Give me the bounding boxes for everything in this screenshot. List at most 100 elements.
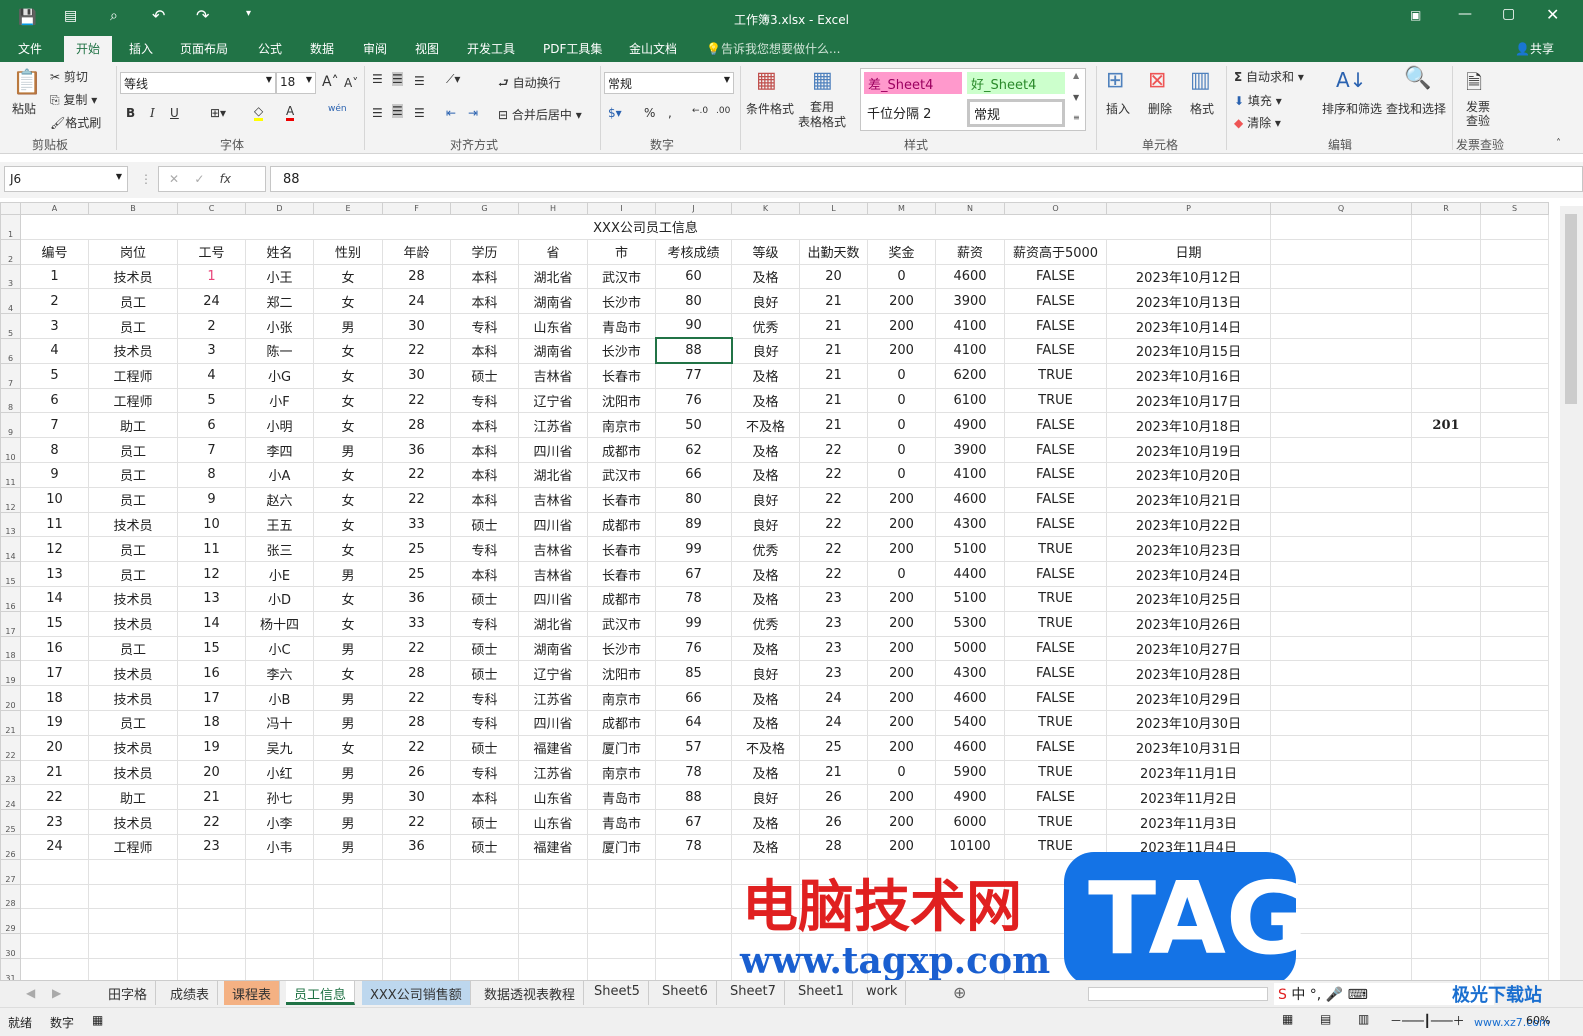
table-cell[interactable]: 6 <box>177 412 246 439</box>
table-cell[interactable]: 14 <box>20 585 89 612</box>
table-cell[interactable]: 良好 <box>731 486 800 513</box>
close-button[interactable]: ✕ <box>1546 5 1559 24</box>
table-cell[interactable]: 24 <box>382 288 451 315</box>
align-center-icon[interactable]: ☰ <box>392 104 403 118</box>
table-cell[interactable]: 及格 <box>731 461 800 488</box>
minimize-button[interactable]: — <box>1458 6 1472 22</box>
table-cell[interactable]: 25 <box>799 734 868 761</box>
table-cell[interactable]: 200 <box>867 734 936 761</box>
table-cell[interactable]: 20 <box>20 734 89 761</box>
table-cell[interactable]: 小G <box>245 362 314 389</box>
table-cell[interactable]: TRUE <box>1004 387 1107 414</box>
find-select-button[interactable]: 查找和选择 <box>1386 100 1446 117</box>
tab-developer[interactable]: 开发工具 <box>467 40 515 57</box>
table-cell[interactable]: TRUE <box>1004 809 1107 835</box>
table-cell[interactable]: 12 <box>20 536 89 563</box>
cell[interactable] <box>1411 214 1481 240</box>
cell[interactable] <box>245 933 314 959</box>
sheet-tab[interactable]: 成绩表 <box>162 981 219 1005</box>
table-cell[interactable]: 4900 <box>935 784 1005 811</box>
cell[interactable] <box>1480 833 1549 860</box>
maximize-button[interactable]: ▢ <box>1502 6 1515 22</box>
table-cell[interactable]: 30 <box>382 313 451 339</box>
cell[interactable] <box>1480 908 1549 935</box>
cell[interactable] <box>1270 784 1412 811</box>
print-preview-icon[interactable]: ⌕ <box>110 8 118 24</box>
table-cell[interactable]: 28 <box>382 709 451 736</box>
row-header-9[interactable]: 9 <box>0 412 21 439</box>
table-cell[interactable]: 技术员 <box>88 263 178 290</box>
table-cell[interactable]: 小D <box>245 585 314 612</box>
table-cell[interactable]: 郑二 <box>245 288 314 315</box>
table-cell[interactable]: 2 <box>20 288 89 315</box>
cell[interactable] <box>1270 288 1412 315</box>
style-good-sheet4[interactable]: 好_Sheet4 <box>967 72 1065 94</box>
table-cell[interactable]: 员工 <box>88 288 178 315</box>
table-cell[interactable]: 33 <box>382 511 451 538</box>
cell[interactable] <box>1270 263 1412 290</box>
table-cell[interactable]: 2023年10月19日 <box>1106 437 1271 463</box>
table-cell[interactable]: 67 <box>655 561 732 587</box>
cell[interactable] <box>1411 833 1481 860</box>
table-cell[interactable]: 2023年10月22日 <box>1106 511 1271 538</box>
new-sheet-icon[interactable]: ⊕ <box>953 983 966 1002</box>
table-cell[interactable]: 小红 <box>245 759 314 786</box>
cell[interactable] <box>1270 660 1412 687</box>
cell[interactable] <box>518 883 588 910</box>
table-cell[interactable]: 23 <box>799 660 868 687</box>
table-cell[interactable]: 25 <box>382 536 451 563</box>
column-heading[interactable]: 学历 <box>450 238 519 265</box>
tab-pdf-tools[interactable]: PDF工具集 <box>543 40 602 57</box>
row-header-19[interactable]: 19 <box>0 660 21 687</box>
cell[interactable] <box>450 933 519 959</box>
number-format-select[interactable]: 常规 ▼ <box>604 72 734 94</box>
increase-decimal-icon[interactable]: ←.0 <box>692 106 708 116</box>
table-cell[interactable]: 员工 <box>88 437 178 463</box>
table-cell[interactable]: 9 <box>177 486 246 513</box>
table-cell[interactable]: 13 <box>20 561 89 587</box>
table-cell[interactable]: 0 <box>867 263 936 290</box>
cell[interactable] <box>20 858 89 885</box>
currency-icon[interactable]: $▾ <box>608 106 622 120</box>
table-cell[interactable]: 成都市 <box>587 709 656 736</box>
vertical-scrollbar[interactable] <box>1560 206 1583 980</box>
table-cell[interactable]: 21 <box>799 387 868 414</box>
table-cell[interactable]: 技术员 <box>88 759 178 786</box>
table-cell[interactable]: 33 <box>382 610 451 637</box>
table-cell[interactable]: 15 <box>20 610 89 637</box>
table-cell[interactable]: 沈阳市 <box>587 660 656 687</box>
table-cell[interactable]: 90 <box>655 313 732 339</box>
table-cell[interactable]: 技术员 <box>88 610 178 637</box>
zoom-slider[interactable]: －───┃───＋ <box>1390 1012 1465 1029</box>
table-cell[interactable]: 10 <box>20 486 89 513</box>
table-cell[interactable]: 13 <box>177 585 246 612</box>
table-cell[interactable]: 78 <box>655 585 732 612</box>
gallery-scroll-up[interactable]: ▲ <box>1073 71 1079 80</box>
row-header-6[interactable]: 6 <box>0 337 21 364</box>
cell[interactable] <box>1411 858 1481 885</box>
cell[interactable] <box>1270 511 1412 538</box>
table-cell[interactable]: 6 <box>20 387 89 414</box>
table-cell[interactable]: 17 <box>177 685 246 711</box>
table-cell[interactable]: 26 <box>799 809 868 835</box>
table-cell[interactable]: 四川省 <box>518 709 588 736</box>
cell[interactable] <box>1411 784 1481 811</box>
cell[interactable] <box>20 908 89 935</box>
underline-button[interactable]: U <box>170 106 179 120</box>
table-cell[interactable]: 0 <box>867 387 936 414</box>
table-cell[interactable]: 员工 <box>88 313 178 339</box>
table-cell[interactable]: 200 <box>867 486 936 513</box>
cell[interactable] <box>1480 263 1549 290</box>
align-left-icon[interactable]: ☰ <box>372 106 383 120</box>
table-cell[interactable]: 员工 <box>88 635 178 662</box>
table-cell[interactable]: 2 <box>177 313 246 339</box>
cell[interactable] <box>1480 635 1549 662</box>
cell[interactable] <box>1411 238 1481 265</box>
table-cell[interactable]: 江苏省 <box>518 685 588 711</box>
cell[interactable] <box>1270 238 1412 265</box>
cell[interactable] <box>1411 561 1481 587</box>
table-cell[interactable]: 女 <box>313 610 383 637</box>
table-cell[interactable]: 小明 <box>245 412 314 439</box>
table-cell[interactable]: 及格 <box>731 561 800 587</box>
table-cell[interactable]: 本科 <box>450 486 519 513</box>
